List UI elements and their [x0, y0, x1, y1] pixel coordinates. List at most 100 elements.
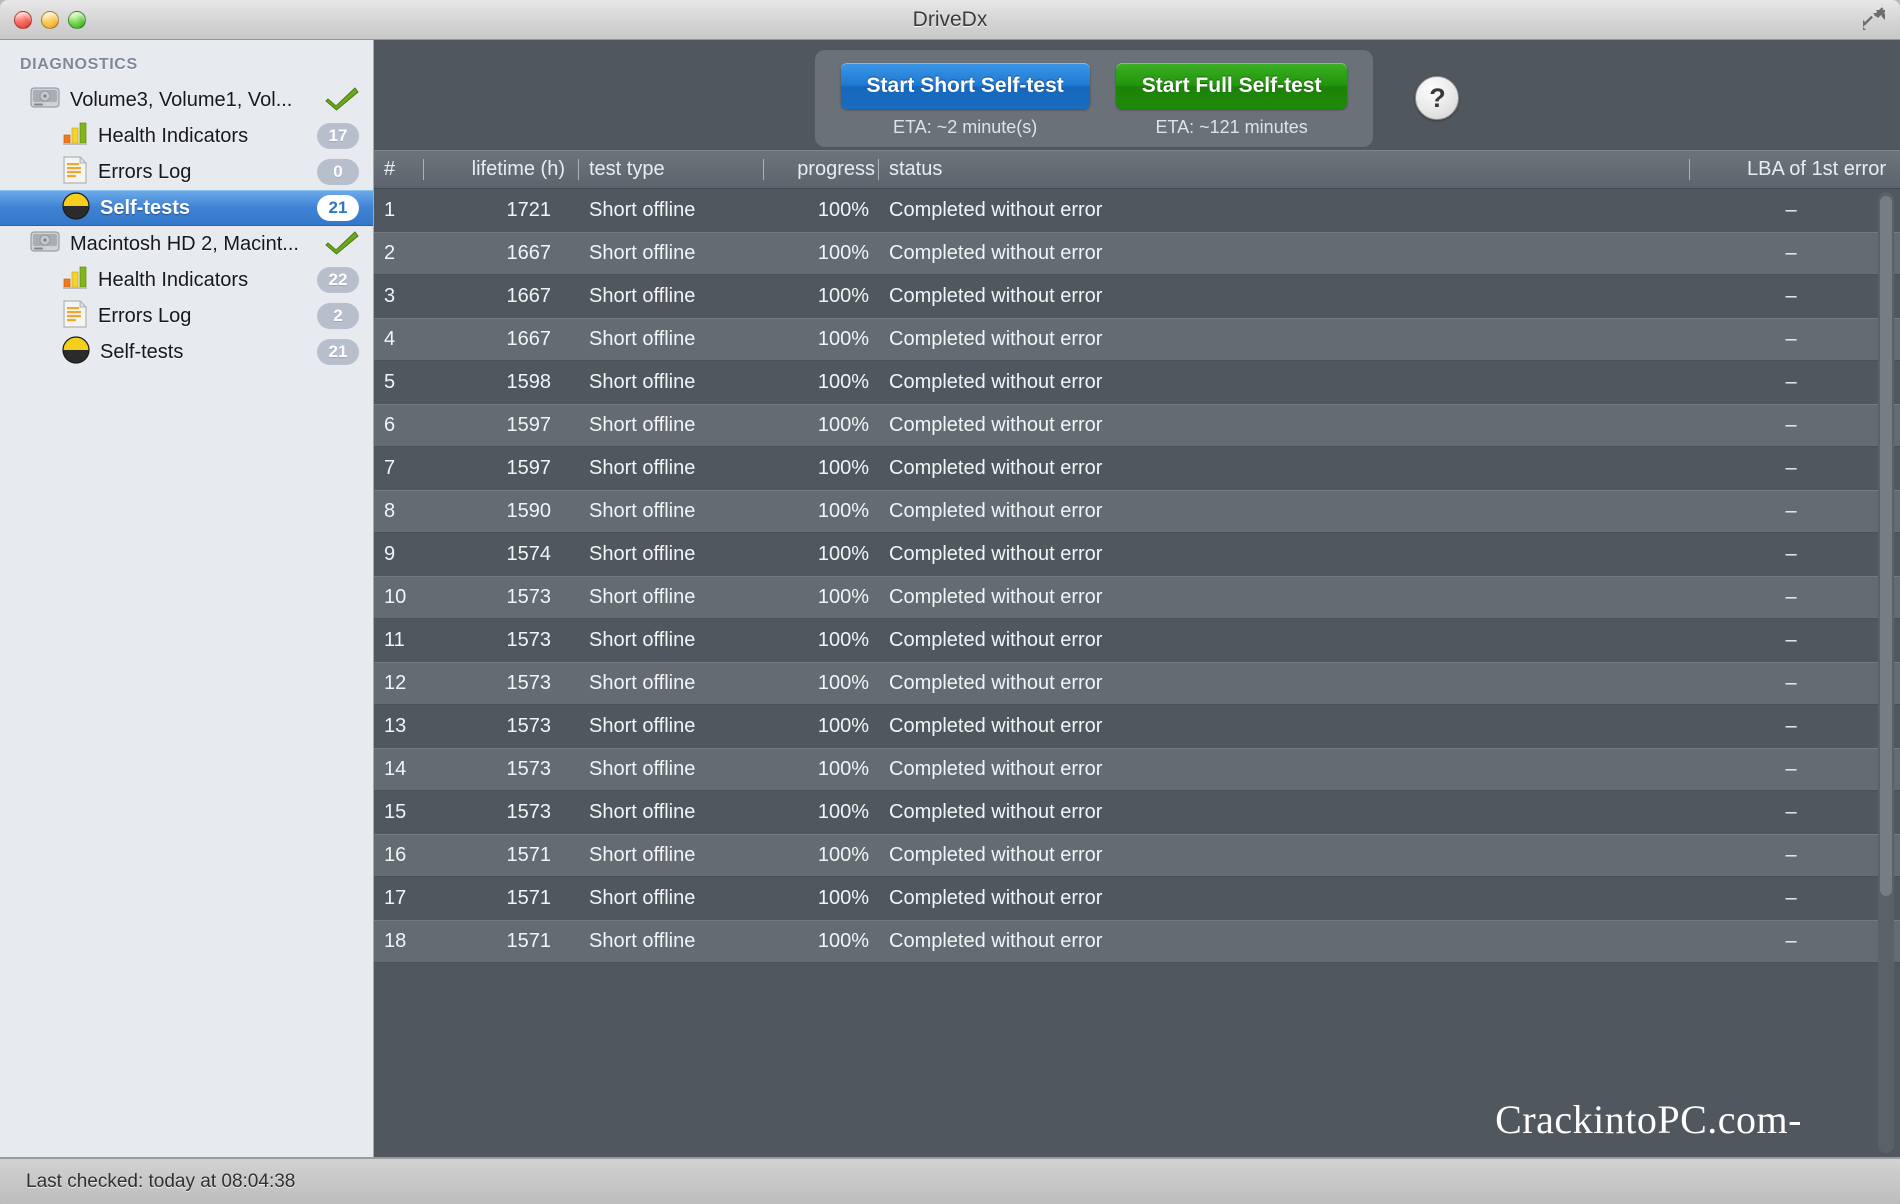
- cell-status: Completed without error: [889, 457, 1103, 479]
- column-header-label: LBA of 1st error: [1747, 158, 1886, 180]
- sidebar-item-drive-1[interactable]: Volume3, Volume1, Vol...: [0, 82, 373, 118]
- start-short-self-test-button[interactable]: Start Short Self-test: [840, 62, 1090, 109]
- hard-drive-icon: [30, 229, 60, 260]
- table-row[interactable]: 3 1667 Short offline 100% Completed without …: [374, 275, 1900, 318]
- cell-number: 6: [384, 414, 396, 436]
- cell-number: 12: [384, 672, 407, 694]
- cell-lifetime: 1667: [506, 242, 552, 264]
- column-header-number[interactable]: #: [374, 151, 424, 188]
- cell-progress: 100%: [817, 371, 869, 393]
- cell-number: 5: [384, 371, 396, 393]
- cell-test-type: Short offline: [589, 758, 696, 780]
- cell-status: Completed without error: [889, 328, 1103, 350]
- window-title: DriveDx: [912, 7, 988, 31]
- cell-number: 9: [384, 543, 396, 565]
- cell-lba: –: [1785, 715, 1797, 737]
- cell-number: 2: [384, 242, 396, 264]
- table-row[interactable]: 11 1573 Short offline 100% Completed without…: [374, 619, 1900, 662]
- sidebar-item-errors-log-2[interactable]: Errors Log 2: [0, 298, 373, 334]
- cell-lifetime: 1598: [506, 371, 552, 393]
- table-header-row: # lifetime (h) test type progress status…: [374, 150, 1900, 189]
- cell-test-type: Short offline: [589, 371, 696, 393]
- start-full-self-test-button[interactable]: Start Full Self-test: [1115, 62, 1348, 109]
- document-lines-icon: [62, 299, 88, 333]
- sidebar-item-label: Errors Log: [98, 304, 192, 327]
- sidebar-section-header: DIAGNOSTICS: [20, 56, 138, 73]
- cell-lifetime: 1571: [506, 844, 552, 866]
- help-button[interactable]: ?: [1415, 76, 1460, 120]
- cell-lba: –: [1785, 199, 1797, 221]
- table-row[interactable]: 18 1571 Short offline 100% Completed without…: [374, 920, 1900, 963]
- pie-chart-icon: [62, 191, 90, 225]
- zoom-button[interactable]: [68, 10, 86, 29]
- cell-status: Completed without error: [889, 672, 1103, 694]
- column-header-lifetime[interactable]: lifetime (h): [424, 151, 579, 188]
- scrollbar-thumb[interactable]: [1880, 196, 1892, 896]
- vertical-scrollbar[interactable]: [1878, 192, 1894, 1153]
- column-header-progress[interactable]: progress: [764, 151, 879, 188]
- cell-progress: 100%: [817, 586, 869, 608]
- table-row[interactable]: 17 1571 Short offline 100% Completed without…: [374, 877, 1900, 920]
- cell-lifetime: 1573: [506, 629, 552, 651]
- table-row[interactable]: 9 1574 Short offline 100% Completed without …: [374, 533, 1900, 576]
- short-self-test-eta: ETA: ~2 minute(s): [893, 116, 1038, 137]
- cell-status: Completed without error: [889, 414, 1103, 436]
- fullscreen-expand-icon[interactable]: [1860, 6, 1888, 34]
- cell-lifetime: 1573: [506, 586, 552, 608]
- column-header-status[interactable]: status: [879, 151, 1690, 188]
- column-header-test-type[interactable]: test type: [579, 151, 764, 188]
- sidebar-item-drive-2[interactable]: Macintosh HD 2, Macint...: [0, 226, 373, 262]
- table-row[interactable]: 1 1721 Short offline 100% Completed without …: [374, 189, 1900, 232]
- cell-lba: –: [1785, 543, 1797, 565]
- sidebar-item-label: Health Indicators: [98, 124, 249, 147]
- cell-progress: 100%: [817, 328, 869, 350]
- cell-progress: 100%: [817, 414, 869, 436]
- sidebar-item-badge: 2: [317, 303, 359, 329]
- sidebar-item-self-tests-2[interactable]: Self-tests 21: [0, 334, 373, 370]
- cell-progress: 100%: [817, 930, 869, 952]
- column-header-label: lifetime (h): [471, 158, 565, 180]
- cell-lba: –: [1785, 500, 1797, 522]
- table-row[interactable]: 8 1590 Short offline 100% Completed without …: [374, 490, 1900, 533]
- cell-number: 15: [384, 801, 407, 823]
- cell-test-type: Short offline: [589, 328, 696, 350]
- table-row[interactable]: 5 1598 Short offline 100% Completed without …: [374, 361, 1900, 404]
- cell-test-type: Short offline: [589, 844, 696, 866]
- cell-progress: 100%: [817, 285, 869, 307]
- hard-drive-icon: [30, 85, 60, 116]
- table-row[interactable]: 10 1573 Short offline 100% Completed without…: [374, 576, 1900, 619]
- column-header-label: test type: [589, 158, 665, 180]
- cell-lifetime: 1574: [506, 543, 552, 565]
- minimize-button[interactable]: [41, 10, 59, 29]
- close-button[interactable]: [14, 10, 32, 29]
- table-row[interactable]: 14 1573 Short offline 100% Completed without…: [374, 748, 1900, 791]
- cell-lba: –: [1785, 414, 1797, 436]
- traffic-light-group: [14, 10, 86, 29]
- column-header-lba[interactable]: LBA of 1st error: [1690, 151, 1900, 188]
- sidebar-item-health-indicators-2[interactable]: Health Indicators 22: [0, 262, 373, 298]
- cell-status: Completed without error: [889, 242, 1103, 264]
- sidebar-item-badge: 21: [317, 339, 359, 365]
- short-self-test-group: Start Short Self-test ETA: ~2 minute(s): [840, 62, 1090, 138]
- table-row[interactable]: 7 1597 Short offline 100% Completed without …: [374, 447, 1900, 490]
- sidebar-item-health-indicators-1[interactable]: Health Indicators 17: [0, 118, 373, 154]
- table-row[interactable]: 4 1667 Short offline 100% Completed without …: [374, 318, 1900, 361]
- table-row[interactable]: 12 1573 Short offline 100% Completed without…: [374, 662, 1900, 705]
- table-row[interactable]: 13 1573 Short offline 100% Completed without…: [374, 705, 1900, 748]
- sidebar-item-badge: 22: [317, 267, 359, 293]
- cell-number: 8: [384, 500, 396, 522]
- table-row[interactable]: 6 1597 Short offline 100% Completed without …: [374, 404, 1900, 447]
- sidebar-item-errors-log-1[interactable]: Errors Log 0: [0, 154, 373, 190]
- cell-test-type: Short offline: [589, 930, 696, 952]
- sidebar-item-badge: 0: [317, 159, 359, 185]
- table-row[interactable]: 16 1571 Short offline 100% Completed without…: [374, 834, 1900, 877]
- column-header-label: #: [384, 158, 396, 180]
- document-lines-icon: [62, 155, 88, 189]
- table-row[interactable]: 2 1667 Short offline 100% Completed without …: [374, 232, 1900, 275]
- cell-number: 13: [384, 715, 407, 737]
- cell-lba: –: [1785, 930, 1797, 952]
- table-row[interactable]: 15 1573 Short offline 100% Completed without…: [374, 791, 1900, 834]
- cell-lifetime: 1721: [506, 199, 552, 221]
- sidebar-item-self-tests-1[interactable]: Self-tests 21: [0, 190, 373, 226]
- cell-lifetime: 1571: [506, 930, 552, 952]
